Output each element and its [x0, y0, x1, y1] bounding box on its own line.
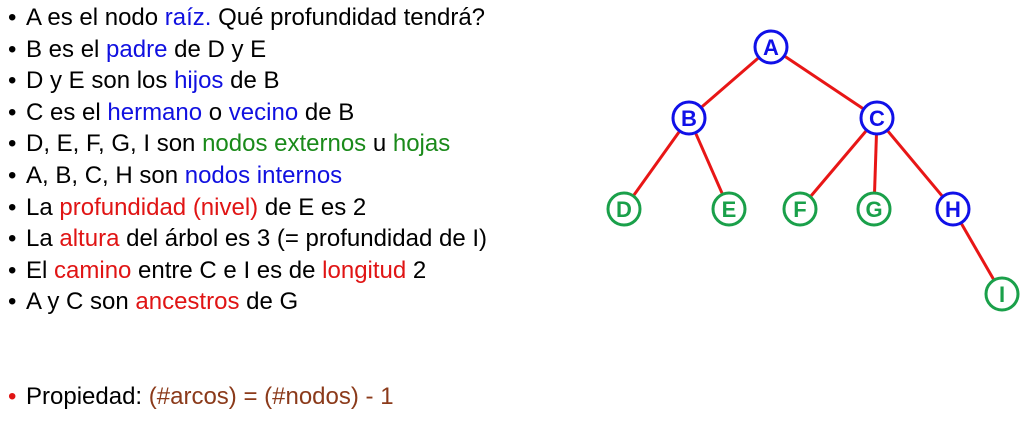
tree-node-label: I [999, 282, 1005, 307]
tree-node-i: I [984, 276, 1020, 312]
tree-node-h: H [935, 191, 971, 227]
tree-edge-b-d [632, 130, 681, 197]
tree-node-e: E [711, 191, 747, 227]
tree-edge-c-h [886, 130, 944, 197]
tree-node-g: G [856, 191, 892, 227]
tree-node-d: D [606, 191, 642, 227]
tree-node-c: C [859, 100, 895, 136]
tree-node-label: E [722, 197, 737, 222]
tree-node-label: D [616, 197, 632, 222]
tree-edge-c-g [873, 134, 878, 193]
tree-edge-a-b [700, 56, 760, 109]
tree-diagram: A B C D E F G H I [606, 29, 1020, 312]
tree-node-a: A [753, 29, 789, 65]
tree-edge-a-c [784, 55, 864, 110]
tree-node-b: B [671, 100, 707, 136]
tree-node-label: F [793, 197, 806, 222]
tree-node-f: F [782, 191, 818, 227]
tree-edge-b-e [694, 132, 724, 195]
tree-edge-c-f [809, 130, 868, 197]
tree-node-label: B [681, 106, 697, 131]
tree-edge-h-i [960, 222, 995, 281]
tree-node-label: H [945, 197, 961, 222]
tree-node-label: C [869, 106, 885, 131]
tree-node-label: G [865, 197, 882, 222]
tree-node-label: A [763, 35, 779, 60]
